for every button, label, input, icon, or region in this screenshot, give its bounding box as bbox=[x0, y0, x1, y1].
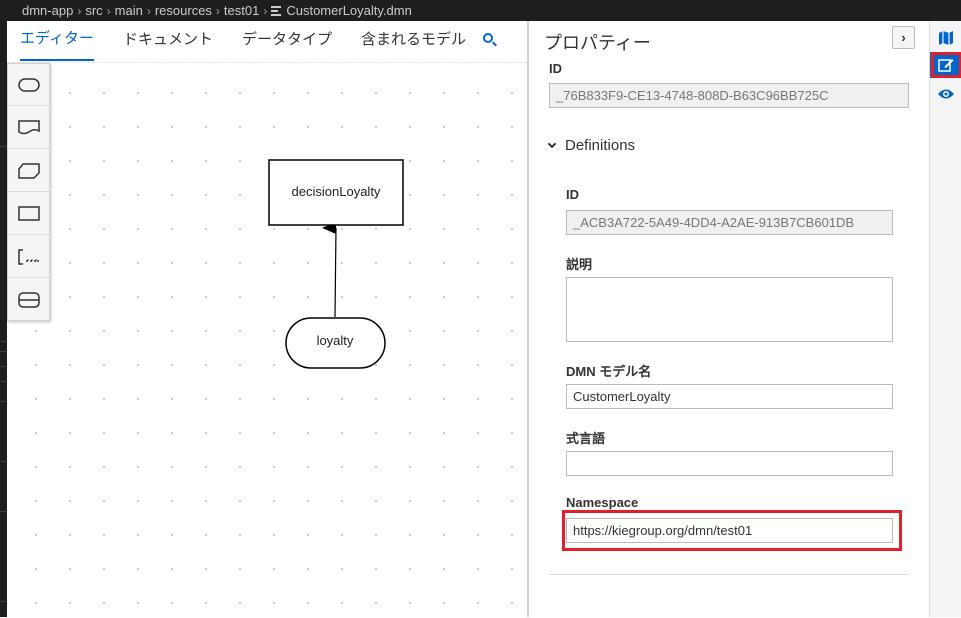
knowledge-source-tool-icon[interactable] bbox=[8, 107, 49, 149]
input-data-node-label: loyalty bbox=[317, 333, 354, 348]
chevron-right-icon: › bbox=[106, 3, 111, 18]
editor-tabs: エディター ドキュメント データタイプ 含まれるモデル bbox=[7, 21, 527, 61]
chevron-right-icon: › bbox=[77, 3, 82, 18]
breadcrumb-item-src[interactable]: src bbox=[85, 3, 102, 18]
right-panel-rail bbox=[929, 21, 961, 617]
tab-documentation[interactable]: ドキュメント bbox=[123, 23, 213, 61]
chevron-right-icon: › bbox=[146, 3, 151, 18]
decision-node[interactable]: decisionLoyalty bbox=[268, 159, 404, 226]
breadcrumb-file[interactable]: CustomerLoyalty.dmn bbox=[286, 3, 411, 18]
description-textarea[interactable] bbox=[566, 277, 893, 342]
id-label: ID bbox=[549, 61, 562, 76]
definitions-id-label: ID bbox=[566, 187, 579, 202]
search-icon[interactable] bbox=[483, 33, 493, 43]
definitions-section-toggle[interactable]: Definitions bbox=[547, 137, 636, 154]
decision-tool-icon[interactable] bbox=[8, 64, 49, 106]
model-name-input[interactable]: CustomerLoyalty bbox=[566, 384, 893, 409]
decision-node-label: decisionLoyalty bbox=[292, 184, 381, 199]
file-lines-icon bbox=[271, 5, 282, 16]
description-label: 説明 bbox=[566, 257, 593, 272]
decision-service-tool-icon[interactable] bbox=[8, 279, 49, 321]
properties-title: プロパティー bbox=[544, 33, 651, 53]
diagram-canvas[interactable]: decisionLoyalty loyalty bbox=[7, 62, 527, 617]
tab-included-models[interactable]: 含まれるモデル bbox=[361, 23, 466, 61]
definitions-section-title: Definitions bbox=[565, 137, 636, 154]
breadcrumb: dmn-app › src › main › resources › test0… bbox=[0, 0, 961, 21]
text-annotation-tool-icon[interactable] bbox=[8, 236, 49, 278]
chevron-right-icon: › bbox=[263, 3, 268, 18]
map-icon[interactable] bbox=[930, 24, 961, 52]
breadcrumb-item-resources[interactable]: resources bbox=[155, 3, 212, 18]
input-data-tool-icon[interactable] bbox=[8, 193, 49, 235]
chevron-right-icon: › bbox=[215, 3, 220, 18]
expression-language-label: 式言語 bbox=[566, 431, 606, 446]
chevron-right-icon: › bbox=[901, 30, 906, 45]
information-requirement-edge[interactable] bbox=[322, 222, 337, 318]
breadcrumb-item-dmn-app[interactable]: dmn-app bbox=[22, 3, 73, 18]
properties-panel: プロパティー › ID _76B833F9-CE13-4748-808D-B63… bbox=[527, 21, 929, 617]
breadcrumb-item-test01[interactable]: test01 bbox=[224, 3, 259, 18]
id-field: _76B833F9-CE13-4748-808D-B63C96BB725C bbox=[549, 83, 909, 108]
input-data-node[interactable]: loyalty bbox=[285, 317, 386, 369]
dmn-editor: エディター ドキュメント データタイプ 含まれるモデル decisionLoya… bbox=[7, 21, 527, 617]
definitions-id-field: _ACB3A722-5A49-4DD4-A2AE-913B7CB601DB bbox=[566, 210, 893, 235]
chevron-down-icon bbox=[547, 139, 557, 149]
breadcrumb-item-main[interactable]: main bbox=[115, 3, 143, 18]
collapse-panel-button[interactable]: › bbox=[892, 26, 915, 49]
node-palette bbox=[7, 63, 50, 321]
eye-icon[interactable] bbox=[930, 80, 961, 108]
model-name-label: DMN モデル名 bbox=[566, 364, 652, 379]
namespace-highlight-box bbox=[562, 510, 902, 551]
tab-editor[interactable]: エディター bbox=[20, 23, 94, 61]
diagram-svg: decisionLoyalty loyalty bbox=[268, 159, 404, 369]
expression-language-input[interactable] bbox=[566, 451, 893, 476]
namespace-label: Namespace bbox=[566, 495, 639, 510]
edit-properties-highlight-box bbox=[931, 52, 961, 78]
business-knowledge-model-tool-icon[interactable] bbox=[8, 150, 49, 192]
section-divider bbox=[549, 574, 909, 575]
left-window-edge bbox=[0, 21, 7, 617]
tab-data-types[interactable]: データタイプ bbox=[242, 23, 332, 61]
